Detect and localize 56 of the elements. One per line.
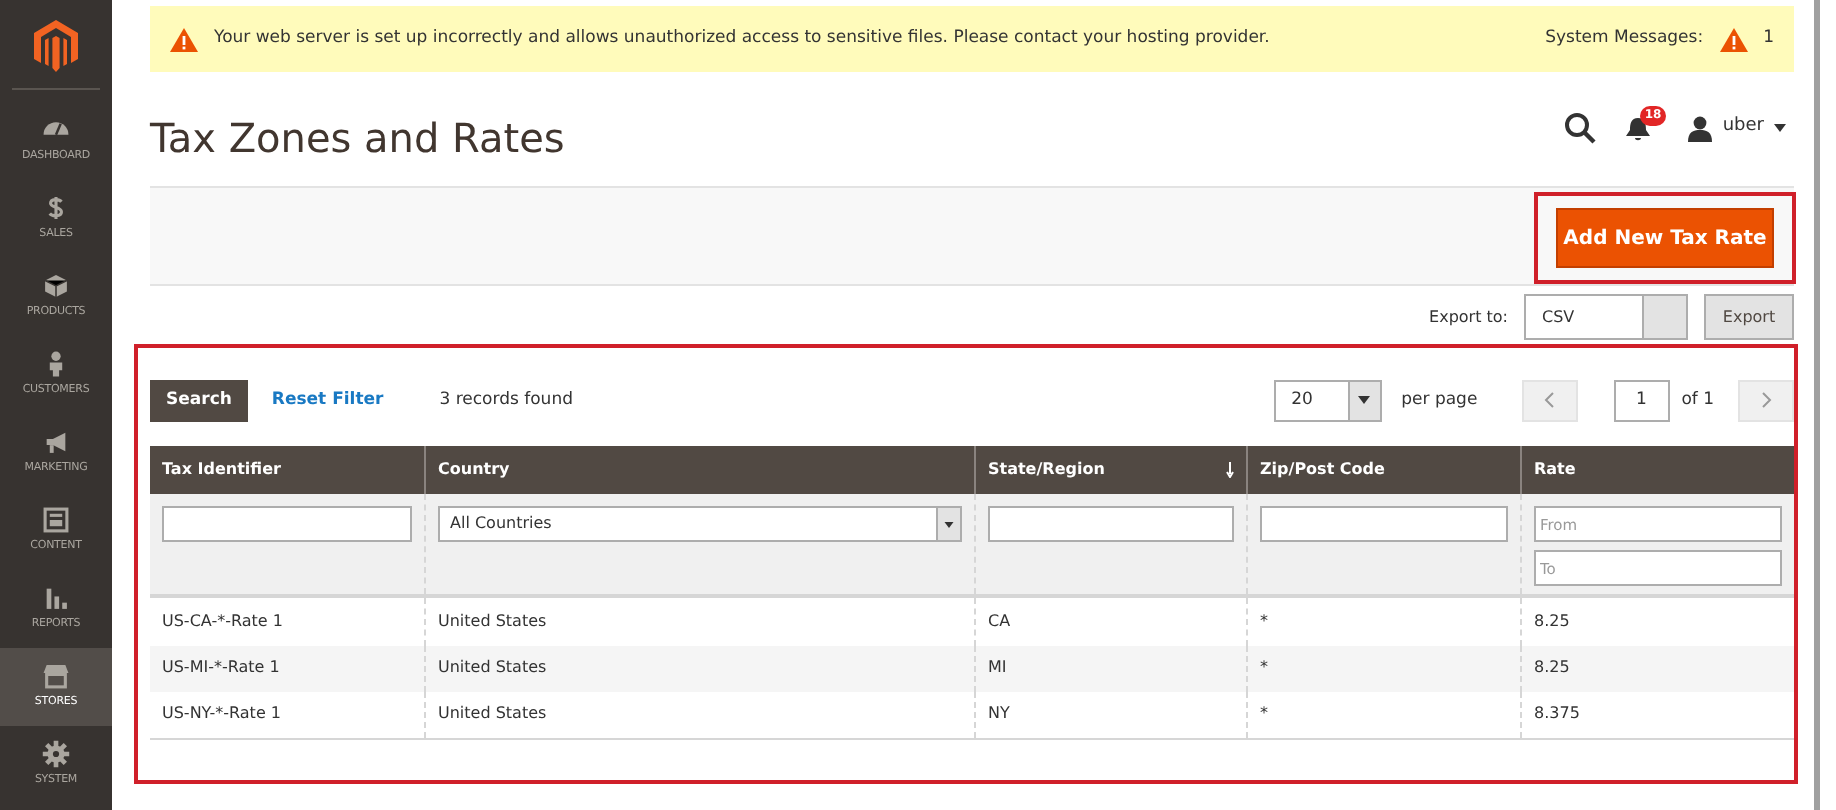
page-title: Tax Zones and Rates [150, 112, 565, 166]
table-cell: 8.375 [1534, 702, 1580, 727]
table-cell: US-CA-*-Rate 1 [162, 609, 283, 634]
megaphone-icon [42, 428, 70, 457]
table-cell: 8.25 [1534, 656, 1570, 681]
table-cell: MI [988, 656, 1007, 681]
search-icon[interactable] [1564, 112, 1597, 144]
filter-field[interactable] [988, 506, 1234, 542]
warning-icon [1719, 27, 1748, 51]
store-icon [42, 662, 70, 691]
table-cell: United States [438, 656, 547, 681]
bar-chart-icon [42, 584, 70, 613]
sort-arrow-icon [1226, 462, 1234, 478]
filter-field[interactable] [1260, 506, 1508, 542]
system-messages-count[interactable]: 1 [1763, 26, 1774, 52]
table-cell: NY [988, 702, 1010, 727]
next-page-button[interactable] [1738, 379, 1794, 421]
table-cell: US-MI-*-Rate 1 [162, 656, 280, 681]
records-count: 3 records found [439, 387, 573, 413]
per-page-label: per page [1401, 387, 1478, 413]
previous-page-button[interactable] [1521, 379, 1578, 421]
caret-icon[interactable] [1774, 124, 1786, 132]
search-button[interactable]: Search [150, 379, 248, 421]
logo-icon [34, 20, 78, 72]
export-label: Export to: [1429, 305, 1508, 329]
filter-field[interactable] [162, 506, 412, 542]
caret-icon [944, 521, 954, 527]
add-tax-rate-button[interactable]: Add New Tax Rate [1556, 208, 1774, 268]
chevron-right-icon [1761, 392, 1771, 408]
layout-icon [42, 506, 70, 535]
caret-icon [1358, 396, 1371, 404]
gear-icon [42, 740, 70, 769]
page-number-field[interactable]: 1 [1613, 379, 1670, 421]
country-select[interactable]: All Countries [438, 506, 962, 542]
table-cell: United States [438, 702, 547, 727]
reset-filter-link[interactable]: Reset Filter [271, 387, 384, 413]
table-cell: US-NY-*-Rate 1 [162, 702, 281, 727]
scrollbar[interactable] [1814, 0, 1820, 810]
cube-icon [42, 272, 70, 301]
warning-icon [170, 27, 198, 51]
table-cell: United States [438, 609, 547, 634]
table-cell: * [1260, 702, 1268, 727]
table-cell: 8.25 [1534, 609, 1570, 634]
export-button[interactable]: Export [1704, 294, 1794, 340]
column-header[interactable]: Tax Identifier [150, 446, 424, 494]
export-format-select[interactable]: CSV [1524, 294, 1688, 340]
table-cell: * [1260, 609, 1268, 634]
system-messages-link[interactable]: System Messages: [1545, 26, 1704, 52]
user-icon[interactable] [1688, 115, 1713, 141]
warning-message: Your web server is set up incorrectly and allows unauthorized access to sensitive files. Please contact your hosting provider. [214, 26, 1270, 52]
chevron-left-icon [1544, 392, 1555, 408]
table-cell: * [1260, 656, 1268, 681]
per-page-select[interactable]: 20 [1273, 379, 1382, 421]
table-cell: CA [988, 609, 1011, 634]
user-name[interactable]: uber [1722, 114, 1764, 142]
page-count: of 1 [1681, 387, 1714, 413]
